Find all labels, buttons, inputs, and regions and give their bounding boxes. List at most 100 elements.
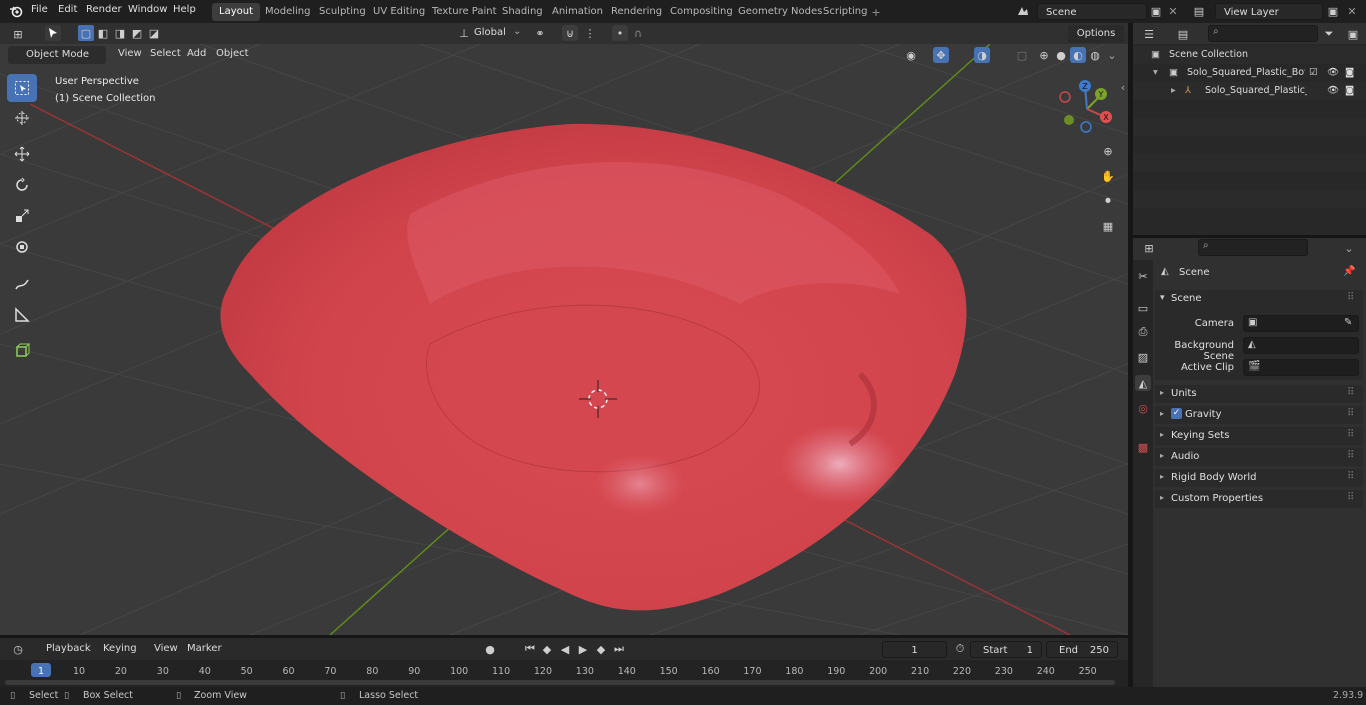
panel-expand-icon[interactable]: ▾ [1160, 293, 1165, 303]
end-frame-field[interactable]: End 250 [1046, 641, 1118, 658]
start-frame-field[interactable]: Start 1 [970, 641, 1042, 658]
section-rigid-body-world[interactable]: ▸ Rigid Body World ⠿ [1155, 469, 1363, 487]
section-gravity[interactable]: ▸ ✓ Gravity ⠿ [1155, 406, 1363, 424]
drag-handle-icon[interactable]: ⠿ [1347, 387, 1354, 398]
prev-keyframe-icon[interactable]: ◆ [539, 641, 555, 657]
pivot-point-icon[interactable]: ⚭ [532, 25, 548, 41]
select-mode-invert-icon[interactable]: ◩ [129, 25, 145, 41]
tool-add-cube-icon[interactable] [7, 336, 37, 364]
next-keyframe-icon[interactable]: ◆ [593, 641, 609, 657]
filter-icon[interactable]: ⏷ [1321, 26, 1337, 42]
outliner-row-scene-collection[interactable]: ▣ Scene Collection [1133, 46, 1366, 64]
outliner-row-collection[interactable]: ▾ ▣ Solo_Squared_Plastic_Bowl_R ☑ 👁 ◙ [1133, 64, 1366, 82]
tab-rendering[interactable]: Rendering [604, 3, 669, 21]
delete-view-layer-icon[interactable]: ✕ [1344, 3, 1360, 19]
display-mode-icon[interactable]: ▤ [1175, 26, 1191, 42]
drag-handle-icon[interactable]: ⠿ [1347, 492, 1354, 503]
properties-options-icon[interactable]: ⌄ [1341, 240, 1357, 256]
transform-orientation-icon[interactable]: ⊥ [456, 25, 472, 41]
timeline-editor-type-icon[interactable]: ◷ [10, 641, 26, 657]
menu-file[interactable]: File [31, 4, 48, 15]
tool-rotate-icon[interactable] [7, 171, 37, 199]
tab-texture-paint[interactable]: Texture Paint [425, 3, 504, 21]
jump-end-icon[interactable]: ⏭ [611, 641, 627, 657]
tool-scale-icon[interactable] [7, 202, 37, 230]
tab-layout[interactable]: Layout [212, 3, 260, 21]
shading-rendered-icon[interactable]: ◍ [1087, 47, 1103, 63]
checkbox-icon[interactable]: ☑ [1309, 64, 1318, 82]
shading-solid-icon[interactable]: ● [1053, 47, 1069, 63]
visibility-icon[interactable]: ◉ [903, 47, 919, 63]
pan-hand-icon[interactable]: ✋ [1100, 168, 1116, 184]
copy-scene-icon[interactable]: ▣ [1148, 3, 1164, 19]
object-mode-dropdown[interactable]: Object Mode [8, 46, 106, 64]
drag-handle-icon[interactable]: ⠿ [1347, 429, 1354, 440]
outliner-search-input[interactable] [1208, 25, 1318, 42]
play-icon[interactable]: ▶ [575, 641, 591, 657]
tool-cursor-icon[interactable] [7, 104, 37, 132]
outliner-editor-type-icon[interactable]: ☰ [1141, 26, 1157, 42]
scene-name-field[interactable]: Scene [1037, 3, 1147, 20]
menu-select[interactable]: Select [150, 48, 181, 59]
camera-view-icon[interactable]: ⏺ [1100, 193, 1116, 209]
ortho-grid-icon[interactable]: ▦ [1100, 218, 1116, 234]
gizmo-toggle-icon[interactable]: ✥ [933, 47, 949, 63]
tool-properties-icon[interactable]: ✂ [1135, 268, 1151, 284]
section-keying-sets[interactable]: ▸ Keying Sets ⠿ [1155, 427, 1363, 445]
scene-panel-title[interactable]: Scene [1171, 293, 1202, 304]
drag-handle-icon[interactable]: ⠿ [1347, 408, 1354, 419]
tab-sculpting[interactable]: Sculpting [312, 3, 373, 21]
tab-shading[interactable]: Shading [495, 3, 550, 21]
snap-target-icon[interactable]: ⋮ [582, 25, 598, 41]
3d-viewport[interactable]: User Perspective (1) Scene Collection Ob… [0, 44, 1128, 635]
options-button[interactable]: Options [1068, 25, 1124, 43]
tool-transform-icon[interactable] [7, 233, 37, 261]
menu-keying[interactable]: Keying [103, 643, 137, 654]
render-properties-icon[interactable]: ▭ [1135, 300, 1151, 316]
editor-type-icon[interactable]: ⊞ [10, 26, 26, 42]
tab-geometry-nodes[interactable]: Geometry Nodes [731, 3, 829, 21]
menu-view[interactable]: View [118, 48, 142, 59]
view-layer-field[interactable]: View Layer [1215, 3, 1323, 20]
proportional-editing-icon[interactable]: • [612, 25, 628, 41]
add-workspace-icon[interactable]: + [868, 4, 884, 20]
shading-material-icon[interactable]: ◐ [1070, 47, 1086, 63]
scene-properties-icon[interactable]: ◭ [1135, 375, 1151, 391]
tab-uv-editing[interactable]: UV Editing [366, 3, 432, 21]
xray-toggle-icon[interactable]: ▢ [1014, 47, 1030, 63]
new-collection-icon[interactable]: ▣ [1345, 26, 1361, 42]
tab-modeling[interactable]: Modeling [258, 3, 318, 21]
copy-view-layer-icon[interactable]: ▣ [1325, 3, 1341, 19]
select-mode-intersect-icon[interactable]: ◪ [146, 25, 162, 41]
scene-selector-icon[interactable] [1015, 3, 1031, 19]
menu-marker[interactable]: Marker [187, 643, 222, 654]
camera-render-icon[interactable]: ◙ [1345, 64, 1354, 82]
bowl-object[interactable] [220, 123, 967, 611]
tab-animation[interactable]: Animation [545, 3, 610, 21]
properties-search-input[interactable] [1198, 239, 1308, 256]
eyedropper-icon[interactable]: ✎ [1344, 317, 1352, 328]
tool-select-box-icon[interactable] [7, 74, 37, 102]
section-units[interactable]: ▸ Units ⠿ [1155, 385, 1363, 403]
section-custom-properties[interactable]: ▸ Custom Properties ⠿ [1155, 490, 1363, 508]
timeline-scrollbar[interactable] [5, 680, 1115, 685]
navigation-gizmo[interactable]: Y X Z [1055, 77, 1119, 141]
world-properties-icon[interactable]: ◎ [1135, 400, 1151, 416]
tool-annotate-icon[interactable] [7, 270, 37, 298]
menu-view[interactable]: View [154, 643, 178, 654]
section-audio[interactable]: ▸ Audio ⠿ [1155, 448, 1363, 466]
tab-scripting[interactable]: Scripting [816, 3, 874, 21]
jump-start-icon[interactable]: ⏮ [522, 641, 538, 657]
output-properties-icon[interactable]: ⎙ [1135, 324, 1151, 340]
expand-arrow-icon[interactable]: ▾ [1153, 64, 1158, 82]
blender-logo-icon[interactable] [8, 3, 24, 19]
overlay-toggle-icon[interactable]: ◑ [974, 47, 990, 63]
texture-properties-icon[interactable]: ▩ [1135, 439, 1151, 455]
select-tool-icon[interactable] [45, 25, 61, 41]
view-layer-icon[interactable]: ▤ [1191, 3, 1207, 19]
view-layer-properties-icon[interactable]: ▨ [1135, 349, 1151, 365]
expand-arrow-icon[interactable]: ▸ [1171, 82, 1176, 100]
menu-object[interactable]: Object [216, 48, 249, 59]
current-frame-field[interactable]: 1 [882, 641, 947, 658]
outliner-row-object[interactable]: ▸ ⅄ Solo_Squared_Plastic_Bo 👁 ◙ [1133, 82, 1366, 100]
